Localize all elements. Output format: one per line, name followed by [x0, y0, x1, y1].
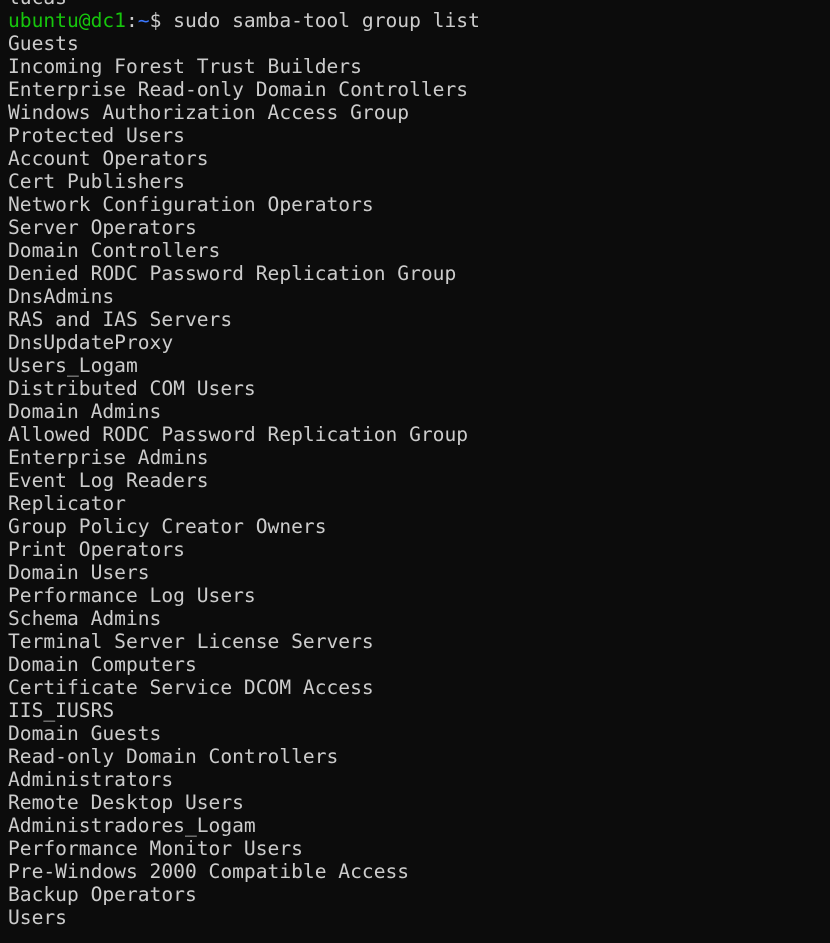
output-line: Terminal Server License Servers: [8, 630, 374, 653]
output-line: Enterprise Admins: [8, 446, 209, 469]
output-line: IIS_IUSRS: [8, 699, 115, 722]
output-line: Domain Guests: [8, 722, 162, 745]
previous-output-line: lucas: [8, 0, 830, 9]
output-line: Users_Logam: [8, 354, 138, 377]
prompt-symbol: $: [149, 9, 174, 32]
output-line: RAS and IAS Servers: [8, 308, 233, 331]
prompt-user-host: ubuntu@dc1: [8, 9, 126, 32]
output-line: Remote Desktop Users: [8, 791, 244, 814]
output-line: Network Configuration Operators: [8, 193, 374, 216]
output-line: Administrators: [8, 768, 174, 791]
output-line: Performance Monitor Users: [8, 837, 303, 860]
output-line: DnsAdmins: [8, 285, 115, 308]
output-line: Domain Computers: [8, 653, 197, 676]
output-line: Read-only Domain Controllers: [8, 745, 339, 768]
output-line: Print Operators: [8, 538, 185, 561]
output-line: Group Policy Creator Owners: [8, 515, 327, 538]
output-line: Account Operators: [8, 147, 209, 170]
output-line: Denied RODC Password Replication Group: [8, 262, 457, 285]
output-line: Pre-Windows 2000 Compatible Access: [8, 860, 410, 883]
output-line: Cert Publishers: [8, 170, 185, 193]
terminal-window[interactable]: lucas ubuntu@dc1:~$ sudo samba-tool grou…: [0, 0, 830, 943]
output-line: Domain Users: [8, 561, 150, 584]
output-line: Performance Log Users: [8, 584, 256, 607]
output-line: Schema Admins: [8, 607, 162, 630]
terminal-screen: lucas ubuntu@dc1:~$ sudo samba-tool grou…: [8, 0, 830, 929]
command-output: Guests Incoming Forest Trust Builders Ente…: [8, 32, 830, 929]
prompt-path: ~: [137, 9, 150, 32]
prompt-separator: :: [125, 9, 138, 32]
output-line: Backup Operators: [8, 883, 197, 906]
output-line: Domain Admins: [8, 400, 162, 423]
output-line: Windows Authorization Access Group: [8, 101, 410, 124]
output-line: Allowed RODC Password Replication Group: [8, 423, 469, 446]
output-line: DnsUpdateProxy: [8, 331, 174, 354]
output-line: Domain Controllers: [8, 239, 221, 262]
output-line: Users: [8, 906, 67, 929]
output-line: Distributed COM Users: [8, 377, 256, 400]
output-line: Administradores_Logam: [8, 814, 256, 837]
command-text: sudo samba-tool group list: [173, 9, 480, 32]
output-line: Protected Users: [8, 124, 185, 147]
output-line: Enterprise Read-only Domain Controllers: [8, 78, 469, 101]
output-line: Event Log Readers: [8, 469, 209, 492]
output-line: Server Operators: [8, 216, 197, 239]
output-line: Replicator: [8, 492, 126, 515]
command-line: ubuntu@dc1:~$ sudo samba-tool group list: [8, 9, 830, 32]
output-line: Guests: [8, 32, 79, 55]
output-line: Certificate Service DCOM Access: [8, 676, 374, 699]
output-line: Incoming Forest Trust Builders: [8, 55, 362, 78]
